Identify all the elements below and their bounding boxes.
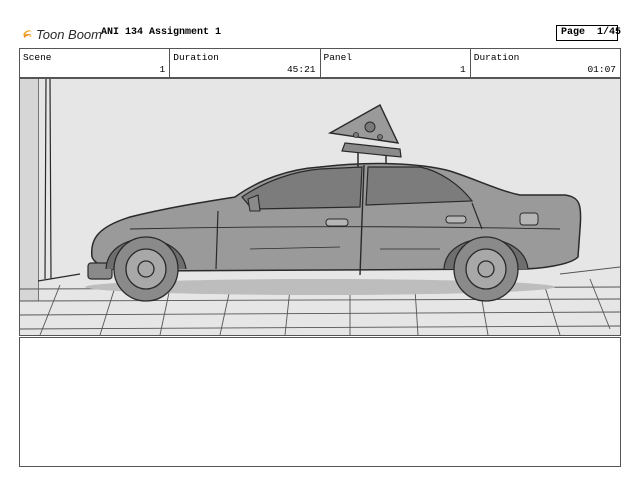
panel-duration-value: 01:07 <box>587 64 616 75</box>
project-title: ANI 134 Assignment 1 <box>101 27 222 38</box>
logo-swirl-icon <box>22 30 32 38</box>
panel-label: Panel <box>323 52 353 63</box>
page-number: 1/45 <box>597 27 622 38</box>
scene-cell: Scene 1 <box>20 49 171 77</box>
toon-boom-logo: Toon Boom <box>22 23 102 45</box>
panel-notes-area[interactable] <box>19 337 621 467</box>
scene-duration-value: 45:21 <box>286 64 316 75</box>
page-indicator: Page 1/45 <box>556 25 622 41</box>
logo-text: Toon Boom <box>35 26 102 42</box>
panel-duration-cell: Duration 01:07 <box>471 49 620 77</box>
scene-label: Scene <box>23 52 52 63</box>
panel-info-bar: Scene 1 Duration 45:21 Panel 1 Duration … <box>19 48 621 78</box>
car-drawing <box>20 79 620 335</box>
scene-duration-cell: Duration 45:21 <box>170 49 321 77</box>
storyboard-panel-image[interactable] <box>19 78 621 336</box>
panel-cell: Panel 1 <box>321 49 471 77</box>
panel-duration-label: Duration <box>473 52 520 63</box>
scene-value: 1 <box>159 64 166 75</box>
page-label: Page <box>561 27 586 38</box>
scene-duration-label: Duration <box>173 52 219 63</box>
panel-value: 1 <box>460 64 466 75</box>
